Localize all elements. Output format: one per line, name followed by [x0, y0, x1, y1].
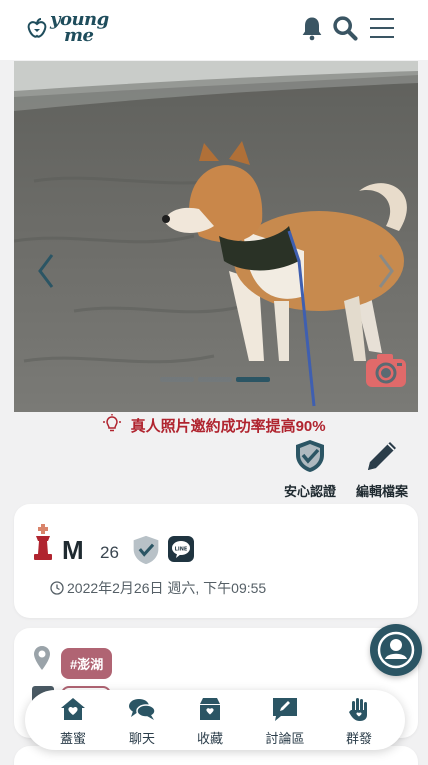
nav-label: 群發	[345, 731, 372, 746]
apple-logo-icon	[27, 18, 47, 38]
camera-upload-icon[interactable]	[364, 351, 408, 389]
prev-photo-arrow-icon[interactable]	[36, 251, 56, 291]
verified-shield-icon	[133, 535, 159, 565]
nav-label: 收藏	[196, 731, 223, 746]
hand-icon	[349, 698, 367, 721]
shield-check-icon	[296, 440, 324, 472]
nav-label: 聊天	[128, 731, 155, 746]
nav-label: 討論區	[265, 731, 305, 746]
datetime-text: 2022年2月26日 週六, 下午09:55	[67, 580, 267, 596]
verify-button[interactable]: 安心認證	[275, 438, 345, 500]
menu-icon[interactable]	[368, 14, 396, 42]
profile-age: 26	[100, 543, 119, 562]
nav-item-forum[interactable]: 討論區	[255, 696, 315, 747]
king-chess-icon	[34, 524, 52, 560]
location-tag[interactable]: #澎湖	[61, 648, 113, 679]
edit-label: 編輯檔案	[355, 484, 408, 499]
logo-line2: me	[64, 25, 94, 46]
app-logo[interactable]: young me	[26, 11, 110, 48]
profile-info-card: M 26 LINE 2022年2月26日 週六, 下午09:55	[14, 504, 418, 618]
location-pin-icon	[34, 646, 50, 670]
forum-edit-icon	[273, 698, 297, 721]
profile-datetime: 2022年2月26日 週六, 下午09:55	[50, 578, 266, 598]
lightbulb-icon	[103, 414, 122, 432]
svg-text:LINE: LINE	[175, 547, 188, 553]
line-app-icon[interactable]: LINE	[167, 535, 195, 563]
edit-profile-button[interactable]: 編輯檔案	[347, 438, 417, 500]
nav-label: 蓋蜜	[59, 731, 86, 746]
profile-photo	[14, 61, 418, 412]
search-icon[interactable]	[331, 14, 359, 42]
next-photo-arrow-icon[interactable]	[376, 251, 396, 291]
nav-item-broadcast[interactable]: 群發	[329, 696, 389, 747]
nav-item-home[interactable]: 蓋蜜	[43, 696, 103, 747]
logo-wordmark: young me	[50, 11, 109, 46]
bell-icon[interactable]	[298, 14, 326, 42]
nav-item-chat[interactable]: 聊天	[112, 696, 172, 747]
tip-text: 真人照片邀約成功率提高90%	[130, 418, 326, 435]
profile-name: M	[62, 535, 84, 565]
box-heart-icon	[200, 698, 220, 720]
profile-photo-carousel[interactable]	[14, 61, 418, 412]
top-header: young me	[0, 0, 428, 60]
carousel-indicator	[160, 377, 270, 382]
bottom-nav: 蓋蜜 聊天 收藏 討論區 群發	[25, 690, 405, 750]
online-users-fab[interactable]	[370, 624, 422, 676]
clock-icon	[50, 581, 64, 595]
nav-item-favorites[interactable]: 收藏	[180, 696, 240, 747]
pencil-icon	[368, 442, 396, 470]
user-circle-icon	[377, 631, 415, 669]
verify-label: 安心認證	[283, 484, 336, 499]
photo-tip: 真人照片邀約成功率提高90%	[0, 414, 428, 436]
home-icon	[61, 698, 85, 720]
chat-icon	[129, 699, 156, 720]
